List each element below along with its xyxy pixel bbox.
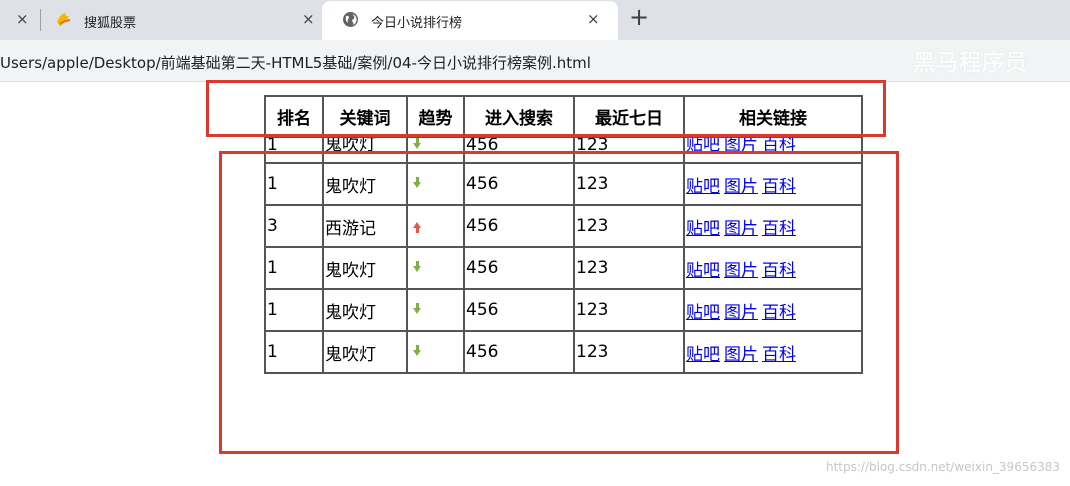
tab-title-novel: 今日小说排行榜 — [371, 16, 463, 31]
page-content: 排名 关键词 趋势 进入搜索 最近七日 相关链接 1 鬼吹灯 456 123 贴吧 图片百… — [0, 80, 1070, 486]
sohu-icon — [57, 13, 71, 26]
csdn-watermark: https://blog.csdn.net/weixin_39656383 — [825, 460, 1060, 474]
brand-watermark: 黑马程序员 — [913, 51, 1029, 76]
tab-strip: × 搜狐股票 × 今日小说排行榜 × + — [0, 0, 1070, 40]
tab-separator — [40, 9, 41, 31]
globe-icon — [343, 12, 358, 27]
tab-close-icon[interactable]: × — [302, 12, 315, 27]
header-highlight-box — [206, 80, 886, 137]
trend-down-icon — [413, 139, 421, 149]
tab-title-sohu: 搜狐股票 — [84, 16, 137, 31]
url-text[interactable]: Users/apple/Desktop/前端基础第二天-HTML5基础/案例/0… — [0, 52, 591, 73]
tab-novel-ranking[interactable] — [322, 1, 618, 40]
tab-close-icon[interactable]: × — [587, 12, 600, 27]
body-highlight-box — [219, 151, 899, 454]
new-tab-button[interactable]: + — [629, 5, 649, 29]
address-bar[interactable]: Users/apple/Desktop/前端基础第二天-HTML5基础/案例/0… — [0, 40, 1070, 82]
prev-tab-close-icon[interactable]: × — [16, 12, 29, 27]
